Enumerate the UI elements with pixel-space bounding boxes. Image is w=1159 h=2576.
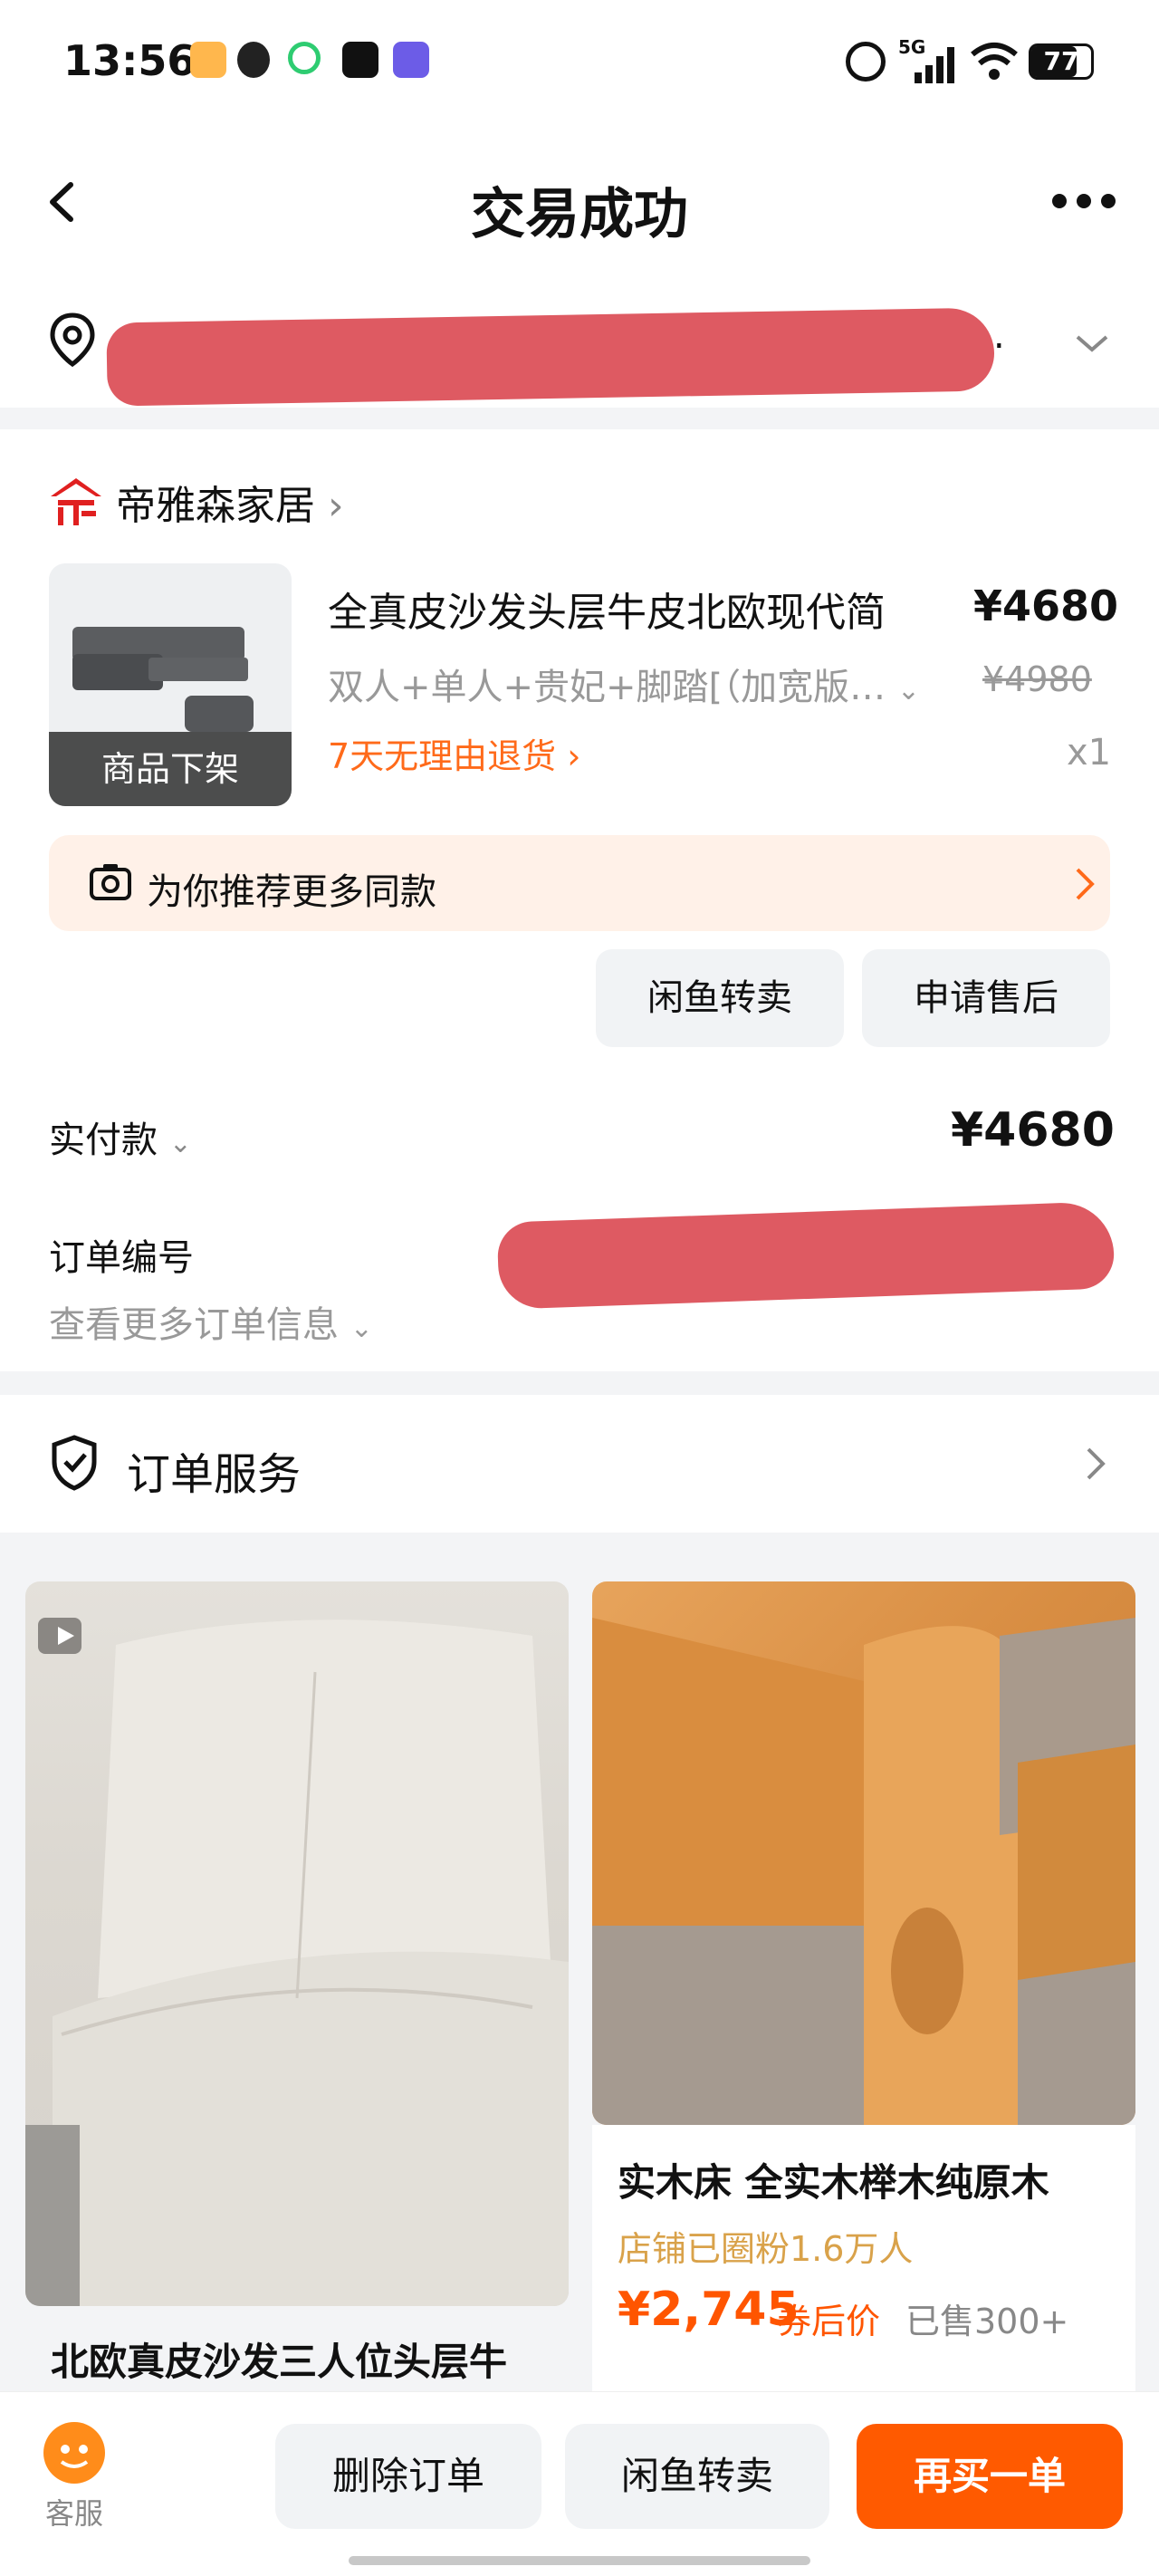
recommend-item-image[interactable]: [592, 1581, 1135, 2125]
leather-sofa-image: [25, 1618, 569, 2306]
after-sale-button[interactable]: 申请售后: [862, 949, 1110, 1047]
shop-name[interactable]: 帝雅森家居 ›: [116, 473, 344, 531]
recommend-item-price: ¥2,745: [618, 2283, 800, 2337]
recommend-item-title[interactable]: 北欧真皮沙发三人位头层牛: [51, 2331, 507, 2387]
shop-logo-icon: [51, 478, 101, 525]
product-thumbnail[interactable]: 商品下架: [49, 563, 292, 806]
recommend-similar-bar[interactable]: 为你推荐更多同款: [49, 835, 1110, 931]
resell-bottom-button[interactable]: 闲鱼转卖: [565, 2424, 829, 2529]
order-service-row[interactable]: 订单服务: [0, 1395, 1159, 1533]
camera-icon: [90, 864, 131, 900]
status-time: 13:56: [63, 36, 196, 85]
app-notification-icon: [342, 42, 378, 78]
paid-amount-value: ¥4680: [951, 1103, 1115, 1158]
product-price: ¥4680: [973, 582, 1119, 630]
product-sku[interactable]: 双人+单人+贵妃+脚踏[（加宽版… ⌄: [328, 658, 920, 710]
app-notification-icon: [190, 42, 226, 78]
signal-icon: [915, 47, 954, 83]
alarm-icon: [846, 42, 886, 82]
order-number-label: 订单编号: [49, 1237, 194, 1279]
customer-service-label[interactable]: 客服: [45, 2491, 103, 2533]
chevron-right-icon: [1076, 868, 1095, 900]
original-price: ¥4980: [982, 659, 1092, 699]
nav-header: 交易成功: [0, 136, 1159, 272]
shield-check-icon: [52, 1435, 97, 1491]
customer-service-icon[interactable]: [43, 2422, 105, 2484]
redaction-mark: [106, 307, 995, 407]
location-pin-icon: [50, 312, 95, 368]
product-title[interactable]: 全真皮沙发头层牛皮北欧现代简: [328, 580, 886, 638]
recommend-item-fans: 店铺已圈粉1.6万人: [618, 2229, 914, 2269]
delisted-badge: 商品下架: [49, 732, 292, 806]
wifi-icon: [971, 43, 1018, 80]
more-dots-icon[interactable]: [1050, 192, 1117, 210]
paid-amount-label[interactable]: 实付款 ⌄: [49, 1110, 192, 1163]
sofa-image: [72, 627, 254, 732]
more-order-info-link[interactable]: 查看更多订单信息 ⌄: [49, 1295, 373, 1348]
status-bar: 13:56 5G 77: [0, 0, 1159, 136]
app-notification-icon: [288, 42, 321, 74]
order-service-label: 订单服务: [127, 1449, 302, 1500]
product-quantity: x1: [1067, 732, 1112, 774]
app-notification-icon: [393, 42, 429, 78]
return-policy-link[interactable]: 7天无理由退货 ›: [328, 728, 580, 778]
recommend-item-title[interactable]: 实木床 全实木榉木纯原木: [618, 2152, 1049, 2207]
app-notification-icon: [237, 42, 270, 78]
delete-order-button[interactable]: 删除订单: [275, 2424, 541, 2529]
chevron-down-icon[interactable]: [1074, 333, 1110, 355]
smile-face-icon: [60, 2445, 89, 2468]
rebuy-button[interactable]: 再买一单: [857, 2424, 1123, 2529]
recommend-item-image[interactable]: [25, 1581, 569, 2306]
recommend-item-sold: 已售300+: [905, 2302, 1069, 2341]
page-title: 交易成功: [471, 183, 688, 246]
resell-button[interactable]: 闲鱼转卖: [596, 949, 844, 1047]
recommend-item-price-suffix: 券后价: [777, 2302, 881, 2341]
recommend-bar-label: 为你推荐更多同款: [147, 871, 436, 913]
home-indicator[interactable]: [349, 2556, 810, 2565]
battery-indicator: 77: [1029, 43, 1094, 80]
chevron-right-icon: [1087, 1447, 1106, 1480]
wood-bed-image: [592, 1618, 1135, 2125]
